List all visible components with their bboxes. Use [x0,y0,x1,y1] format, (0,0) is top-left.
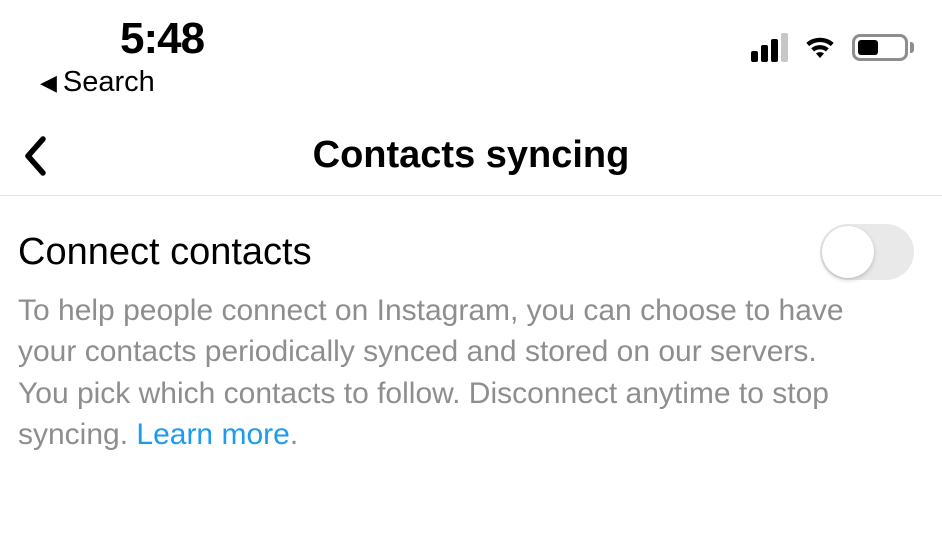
status-time: 5:48 [120,14,204,64]
page-title: Contacts syncing [0,134,942,177]
nav-bar: Contacts syncing [0,96,942,196]
setting-description: To help people connect on Instagram, you… [18,290,858,456]
connect-contacts-setting: Connect contacts To help people connect … [0,196,942,456]
breadcrumb-arrow-icon: ◀ [40,70,57,96]
cellular-icon [751,33,788,62]
learn-more-link[interactable]: Learn more [136,418,289,451]
toggle-knob [822,226,874,278]
status-bar: 5:48 ◀ Search [0,0,942,96]
status-left: 5:48 ◀ Search [40,14,204,99]
battery-icon [852,34,914,61]
setting-title: Connect contacts [18,231,312,274]
connect-contacts-toggle[interactable] [820,224,914,280]
breadcrumb-label: Search [63,66,155,99]
wifi-icon [800,32,840,62]
setting-desc-period: . [290,418,298,451]
setting-header: Connect contacts [18,224,914,280]
breadcrumb-back[interactable]: ◀ Search [40,66,204,99]
status-indicators [751,14,920,62]
